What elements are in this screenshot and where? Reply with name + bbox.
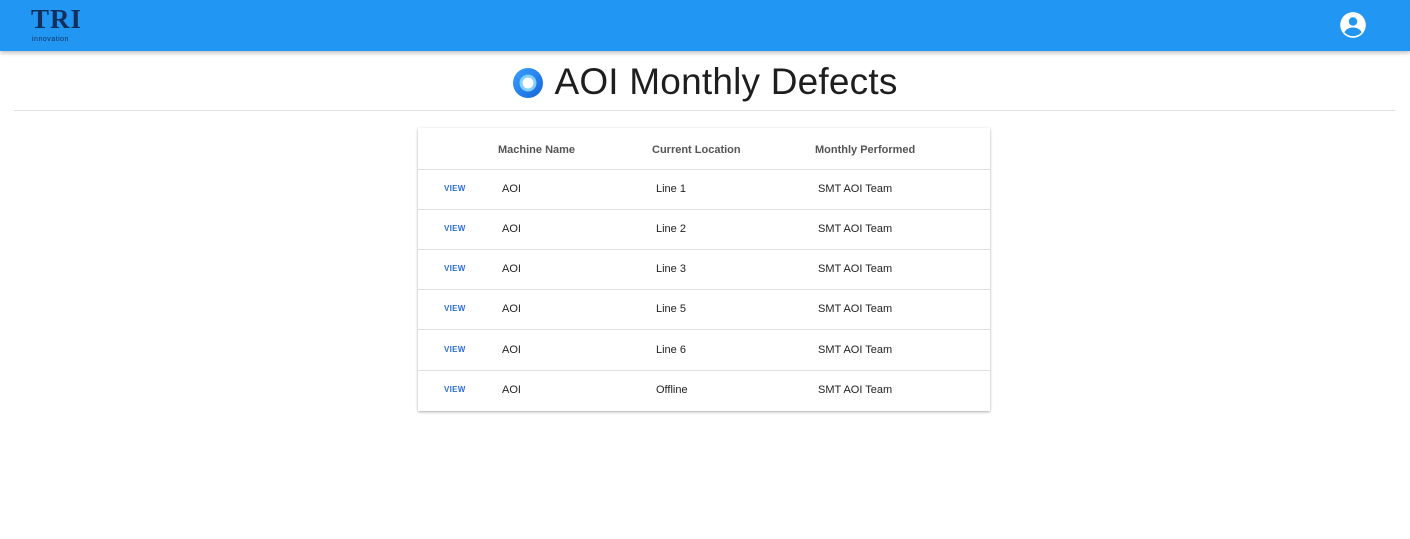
tri-logo[interactable]: TRI innovation — [31, 5, 83, 45]
column-header-monthly-performed: Monthly Performed — [815, 144, 916, 156]
machine-name-cell: AOI — [502, 183, 521, 195]
page-title: AOI Monthly Defects — [554, 61, 898, 102]
view-button[interactable]: VIEW — [444, 330, 466, 370]
app-bar: TRI innovation — [0, 0, 1410, 51]
location-cell: Offline — [656, 384, 688, 396]
table-row: VIEW AOI Line 1 SMT AOI Team — [418, 169, 990, 210]
table-row: VIEW AOI Line 5 SMT AOI Team — [418, 289, 990, 330]
monthly-performed-cell: SMT AOI Team — [818, 263, 893, 275]
account-button[interactable] — [1339, 11, 1367, 39]
location-cell: Line 2 — [656, 223, 686, 235]
monthly-performed-cell: SMT AOI Team — [818, 183, 893, 195]
table-row: VIEW AOI Line 6 SMT AOI Team — [418, 330, 990, 371]
column-header-current-location: Current Location — [652, 144, 741, 156]
monthly-performed-cell: SMT AOI Team — [818, 303, 893, 315]
machine-name-cell: AOI — [502, 263, 521, 275]
machine-name-cell: AOI — [502, 344, 521, 356]
logo-subtext: innovation — [32, 36, 69, 43]
view-button[interactable]: VIEW — [444, 249, 466, 289]
radio-button-checked-icon — [513, 68, 544, 98]
view-button[interactable]: VIEW — [444, 370, 466, 410]
machine-name-cell: AOI — [502, 384, 521, 396]
title-divider — [14, 110, 1395, 111]
location-cell: Line 6 — [656, 344, 686, 356]
table-row: VIEW AOI Offline SMT AOI Team — [418, 370, 990, 410]
table-row: VIEW AOI Line 3 SMT AOI Team — [418, 249, 990, 290]
location-cell: Line 3 — [656, 263, 686, 275]
view-button[interactable]: VIEW — [444, 169, 466, 209]
machine-name-cell: AOI — [502, 303, 521, 315]
location-cell: Line 1 — [656, 183, 686, 195]
monthly-performed-cell: SMT AOI Team — [818, 344, 893, 356]
monthly-performed-cell: SMT AOI Team — [818, 384, 893, 396]
machines-table: Machine Name Current Location Monthly Pe… — [418, 128, 990, 411]
location-cell: Line 5 — [656, 303, 686, 315]
machine-name-cell: AOI — [502, 223, 521, 235]
view-button[interactable]: VIEW — [444, 209, 466, 249]
page-header: AOI Monthly Defects — [0, 58, 1410, 106]
monthly-performed-cell: SMT AOI Team — [818, 223, 893, 235]
table-row: VIEW AOI Line 2 SMT AOI Team — [418, 209, 990, 250]
view-button[interactable]: VIEW — [444, 289, 466, 329]
table-header: Machine Name Current Location Monthly Pe… — [418, 128, 990, 170]
column-header-machine-name: Machine Name — [498, 144, 576, 156]
logo-text: TRI — [31, 4, 83, 34]
account-circle-icon — [1340, 12, 1366, 38]
